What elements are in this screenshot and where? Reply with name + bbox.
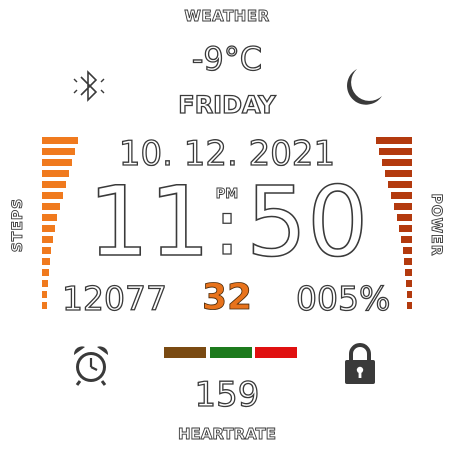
power-gauge-segment [391,192,412,199]
power-value[interactable]: 005% [295,278,406,318]
steps-gauge-segment [42,203,60,210]
power-gauge-segment [382,159,412,166]
power-gauge-segment [376,137,412,144]
steps-label: STEPS [10,197,27,253]
power-gauge-segment [405,269,412,276]
power-gauge-segment [397,214,412,221]
steps-gauge-segment [42,247,51,254]
power-gauge-segment [403,247,412,254]
time-minutes[interactable]: 50 [245,171,376,273]
status-bar-brown [164,347,206,358]
steps-gauge-segment [42,225,55,232]
steps-gauge-segment [42,181,66,188]
steps-gauge-segment [42,192,63,199]
heartrate-label: HEARTRATE [178,425,277,444]
power-gauge-segment [388,181,412,188]
power-gauge-segment [404,258,412,265]
steps-gauge-segment [42,148,75,155]
power-label: POWER [428,193,445,257]
power-gauge-segment [401,236,412,243]
power-gauge-segment [379,148,412,155]
steps-gauge-segment [42,137,78,144]
time-hours[interactable]: 11 [87,171,211,273]
time-separator: : [213,182,241,273]
heartrate-value[interactable]: 159 [0,374,454,415]
power-gauge-segment [399,225,412,232]
status-bar-green [210,347,252,358]
steps-gauge-segment [42,214,57,221]
steps-gauge-segment [42,236,53,243]
steps-gauge-segment [42,269,49,276]
steps-gauge-segment [42,159,72,166]
steps-gauge-segment [42,170,69,177]
status-bar-red [255,347,297,358]
power-gauge-segment [394,203,412,210]
steps-gauge-segment [42,258,50,265]
power-gauge-segment [385,170,412,177]
